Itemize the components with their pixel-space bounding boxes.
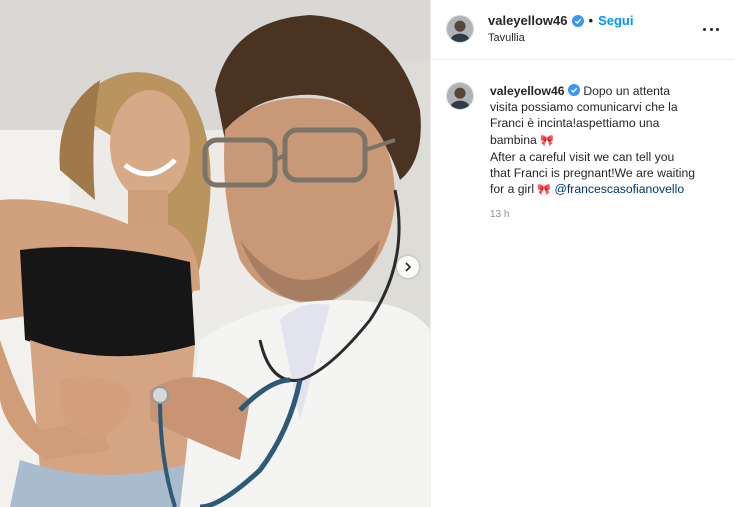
caption-en-3: for a girl — [490, 182, 535, 197]
more-options-icon[interactable] — [703, 22, 719, 36]
verified-badge-icon — [571, 14, 584, 27]
caption-line: bambina 🎀 — [490, 132, 712, 149]
photo-illustration — [0, 0, 430, 507]
caption-avatar[interactable] — [446, 82, 474, 110]
caption-line: for a girl 🎀 @francescasofianovello — [490, 181, 712, 198]
caption-line: valeyellow46 Dopo un attenta — [490, 83, 712, 99]
dot — [716, 27, 719, 31]
next-photo-button[interactable] — [397, 256, 419, 278]
dot — [703, 27, 706, 31]
location-link[interactable]: Tavullia — [488, 32, 525, 44]
follow-button[interactable]: Segui — [598, 13, 633, 28]
post-photo — [0, 0, 430, 507]
avatar-image — [447, 83, 473, 109]
post-header: valeyellow46 • Segui Tavullia — [431, 0, 735, 60]
mention-link[interactable]: @francescasofianovello — [555, 182, 685, 196]
post-sidebar: valeyellow46 • Segui Tavullia valeyellow… — [430, 0, 735, 507]
chevron-right-icon — [405, 262, 412, 272]
dot — [709, 27, 713, 31]
bow-emoji: 🎀 — [540, 134, 554, 147]
avatar-image — [447, 16, 473, 42]
caption-it-3: Franci è incinta!aspettiamo una — [490, 116, 660, 131]
header-username[interactable]: valeyellow46 — [488, 13, 568, 28]
caption-username[interactable]: valeyellow46 — [490, 84, 565, 98]
caption-it-2: visita possiamo comunicarvi che la — [490, 100, 678, 115]
caption-en-1: After a careful visit we can tell you — [490, 149, 675, 164]
verified-badge-icon — [567, 84, 580, 96]
caption-text: valeyellow46 Dopo un attenta visita poss… — [490, 83, 712, 198]
separator-dot: • — [588, 13, 594, 28]
caption-it-4: bambina — [490, 132, 537, 147]
header-user-line: valeyellow46 • Segui — [488, 13, 633, 28]
caption-it-1: Dopo un attenta — [583, 84, 671, 98]
bow-emoji: 🎀 — [537, 184, 552, 197]
caption-en-2: that Franci is pregnant!We are waiting — [490, 166, 696, 181]
author-avatar[interactable] — [446, 15, 474, 43]
post-timestamp[interactable]: 13 h — [490, 209, 509, 220]
